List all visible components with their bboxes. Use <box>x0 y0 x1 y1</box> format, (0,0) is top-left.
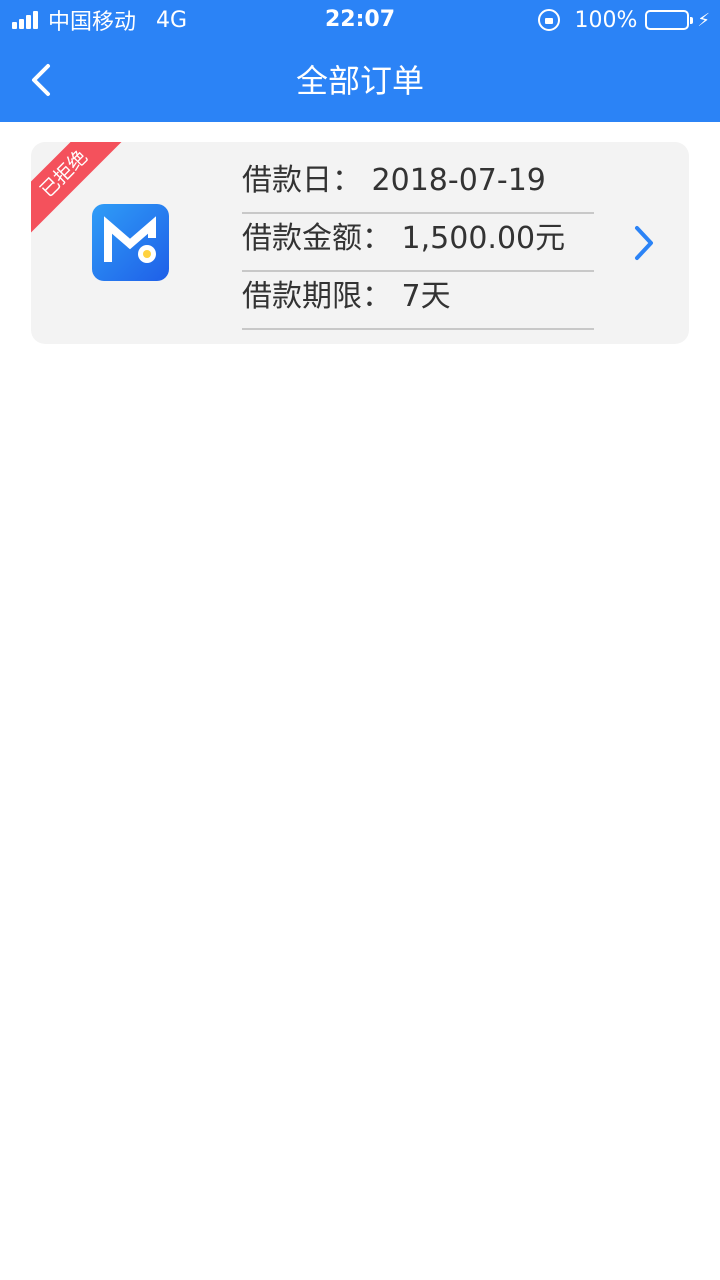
order-card[interactable]: 已拒绝 借款日： 2018-07-19 借款金额： 1,500.00元 借款期限… <box>31 142 689 344</box>
chevron-right-icon[interactable] <box>629 222 659 264</box>
loan-term: 借款期限： 7天 <box>242 272 594 330</box>
app-logo-icon <box>92 204 169 281</box>
battery-icon <box>645 10 694 30</box>
loan-date: 借款日： 2018-07-19 <box>242 156 594 214</box>
page-title: 全部订单 <box>295 62 424 100</box>
rotation-lock-icon <box>538 9 561 31</box>
status-right: 100% ⚡︎ <box>538 6 710 34</box>
loan-amount: 借款金额： 1,500.00元 <box>242 214 594 272</box>
status-left: 中国移动 4G <box>12 6 188 35</box>
order-info: 借款日： 2018-07-19 借款金额： 1,500.00元 借款期限： 7天 <box>242 156 594 330</box>
back-button[interactable] <box>22 58 66 102</box>
chevron-left-icon <box>32 64 50 96</box>
network-type: 4G <box>156 7 188 33</box>
battery-percent: 100% <box>574 7 638 33</box>
signal-icon <box>12 11 40 29</box>
carrier-name: 中国移动 <box>48 10 137 35</box>
status-bar: 中国移动 4G 22:07 100% ⚡︎ <box>0 0 720 40</box>
nav-bar: 全部订单 <box>0 40 720 122</box>
charging-icon: ⚡︎ <box>697 9 710 31</box>
